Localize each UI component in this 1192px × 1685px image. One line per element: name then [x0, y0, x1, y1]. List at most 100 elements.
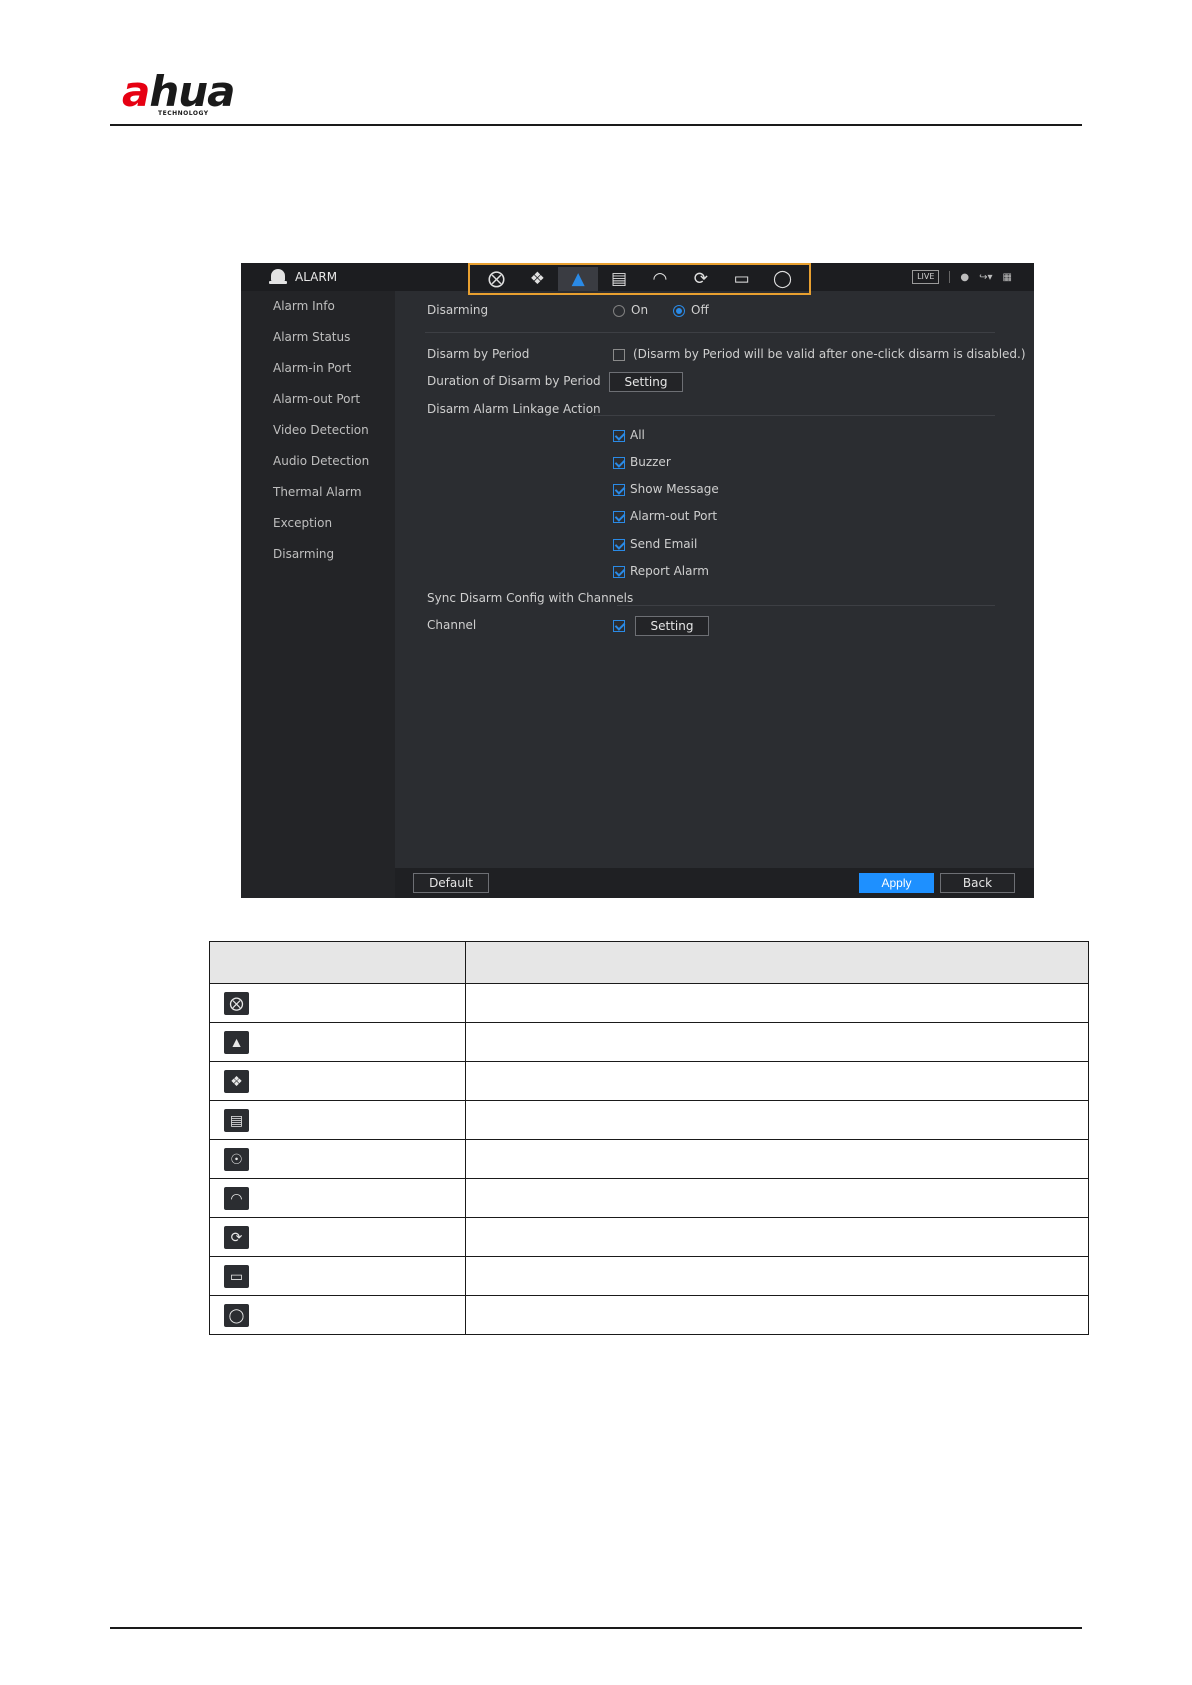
disarming-on-radio[interactable]	[613, 305, 625, 317]
table-cell-description	[465, 1178, 1089, 1218]
top-bar-right: LIVE ● ↪▾ ▦	[912, 269, 1012, 285]
button-bar: Default Apply Back	[395, 868, 1034, 898]
backup-icon: ⟳	[224, 1225, 249, 1249]
logo-tagline: TECHNOLOGY	[158, 110, 209, 117]
table-row: ⟳	[209, 1217, 1089, 1257]
duration-setting-button[interactable]: Setting	[609, 372, 683, 392]
table-cell-description	[465, 1139, 1089, 1179]
audio-icon: ◯	[224, 1303, 249, 1327]
sidebar-item-disarming[interactable]: Disarming	[241, 539, 395, 570]
duration-label: Duration of Disarm by Period	[427, 374, 601, 388]
table-row: ▲	[209, 1022, 1089, 1062]
table-row: ⨂	[209, 983, 1089, 1023]
table-row: ▤	[209, 1100, 1089, 1140]
display-icon[interactable]: ▭	[722, 267, 762, 291]
linkage-divider	[593, 415, 995, 416]
channel-checkbox[interactable]	[613, 620, 625, 632]
linkage-report-alarm-checkbox[interactable]	[613, 566, 625, 578]
intelligence-icon: ❖	[224, 1069, 249, 1093]
linkage-alarm-out-port-label: Alarm-out Port	[630, 509, 718, 523]
backup-icon[interactable]: ⟳	[681, 267, 721, 291]
intelligence-icon[interactable]: ❖	[517, 267, 557, 291]
section-divider	[425, 332, 995, 333]
sidebar-item-audio-detection[interactable]: Audio Detection	[241, 446, 395, 477]
divider	[949, 271, 951, 283]
table-cell-description	[465, 1022, 1089, 1062]
alarm-sidebar: Alarm Info Alarm Status Alarm-in Port Al…	[241, 291, 395, 898]
sync-divider	[617, 605, 995, 606]
linkage-all-label: All	[630, 428, 645, 442]
disarming-on-label: On	[631, 303, 649, 317]
table-cell-description	[465, 1217, 1089, 1257]
logo-wordmark: ahua	[122, 67, 236, 116]
channel-label: Channel	[427, 618, 477, 632]
disarm-by-period-label: Disarm by Period	[427, 347, 530, 361]
table-header-description	[465, 941, 1089, 984]
linkage-show-message-checkbox[interactable]	[613, 484, 625, 496]
table-header-icon	[209, 941, 466, 984]
menu-title-label: ALARM	[295, 270, 338, 284]
search-icon: ⨂	[224, 991, 249, 1015]
alarm-bell-icon	[269, 269, 287, 285]
storage-icon[interactable]: ▤	[599, 267, 639, 291]
storage-icon: ▤	[224, 1108, 249, 1132]
linkage-send-email-checkbox[interactable]	[613, 539, 625, 551]
disarm-by-period-checkbox[interactable]	[613, 349, 625, 361]
table-row: ◯	[209, 1295, 1089, 1335]
table-row: ◠	[209, 1178, 1089, 1218]
alarm-config-screen: ALARM ⨂ ❖ ▲ ▤ ◠ ⟳ ▭ ◯ LIVE ● ↪▾ ▦ Alarm …	[241, 263, 1034, 898]
brand-logo: ahua TECHNOLOGY	[122, 67, 236, 120]
user-icon[interactable]: ●	[960, 272, 969, 283]
menu-title: ALARM	[269, 267, 337, 287]
operation-icon[interactable]: ◠	[640, 267, 680, 291]
linkage-alarm-out-port-checkbox[interactable]	[613, 511, 625, 523]
default-button[interactable]: Default	[413, 873, 489, 893]
apply-button[interactable]: Apply	[859, 873, 934, 893]
table-cell-description	[465, 1256, 1089, 1296]
table-header-row	[209, 941, 1089, 984]
table-row: ❖	[209, 1061, 1089, 1101]
icon-legend-table: ⨂ ▲ ❖ ▤ ☉ ◠ ⟳ ▭ ◯	[209, 941, 1089, 1335]
sidebar-item-alarm-out-port[interactable]: Alarm-out Port	[241, 384, 395, 415]
sidebar-item-alarm-info[interactable]: Alarm Info	[241, 291, 395, 322]
linkage-show-message-label: Show Message	[630, 482, 719, 496]
sidebar-item-alarm-in-port[interactable]: Alarm-in Port	[241, 353, 395, 384]
table-row: ☉	[209, 1139, 1089, 1179]
disarm-by-period-note: (Disarm by Period will be valid after on…	[633, 347, 1026, 361]
grid-icon[interactable]: ▦	[1003, 272, 1012, 283]
disarming-label: Disarming	[427, 303, 489, 317]
sync-disarm-label: Sync Disarm Config with Channels	[427, 591, 634, 605]
linkage-report-alarm-label: Report Alarm	[630, 564, 709, 578]
network-icon: ☉	[224, 1147, 249, 1171]
channel-setting-button[interactable]: Setting	[635, 616, 709, 636]
table-cell-description	[465, 1061, 1089, 1101]
header-rule	[110, 124, 1082, 126]
linkage-buzzer-label: Buzzer	[630, 455, 671, 469]
disarming-off-label: Off	[691, 303, 709, 317]
linkage-action-label: Disarm Alarm Linkage Action	[427, 402, 601, 416]
linkage-send-email-label: Send Email	[630, 537, 698, 551]
table-cell-description	[465, 1295, 1089, 1335]
table-cell-description	[465, 1100, 1089, 1140]
operation-icon: ◠	[224, 1186, 249, 1210]
disarming-off-radio[interactable]	[673, 305, 685, 317]
alarm-icon: ▲	[224, 1030, 249, 1054]
display-icon: ▭	[224, 1264, 249, 1288]
footer-rule	[110, 1627, 1082, 1629]
sidebar-item-alarm-status[interactable]: Alarm Status	[241, 322, 395, 353]
alarm-icon[interactable]: ▲	[558, 267, 599, 291]
table-cell-description	[465, 983, 1089, 1023]
audio-icon[interactable]: ◯	[763, 267, 803, 291]
back-button[interactable]: Back	[940, 873, 1015, 893]
disarming-settings-panel: Disarming On Off Disarm by Period (Disar…	[395, 291, 1034, 868]
search-icon[interactable]: ⨂	[476, 267, 516, 291]
top-bar: ALARM ⨂ ❖ ▲ ▤ ◠ ⟳ ▭ ◯ LIVE ● ↪▾ ▦	[241, 263, 1034, 295]
sidebar-item-thermal-alarm[interactable]: Thermal Alarm	[241, 477, 395, 508]
linkage-buzzer-checkbox[interactable]	[613, 457, 625, 469]
live-button[interactable]: LIVE	[912, 270, 940, 284]
sidebar-item-exception[interactable]: Exception	[241, 508, 395, 539]
table-row: ▭	[209, 1256, 1089, 1296]
linkage-all-checkbox[interactable]	[613, 430, 625, 442]
sidebar-item-video-detection[interactable]: Video Detection	[241, 415, 395, 446]
logout-icon[interactable]: ↪▾	[979, 272, 992, 283]
